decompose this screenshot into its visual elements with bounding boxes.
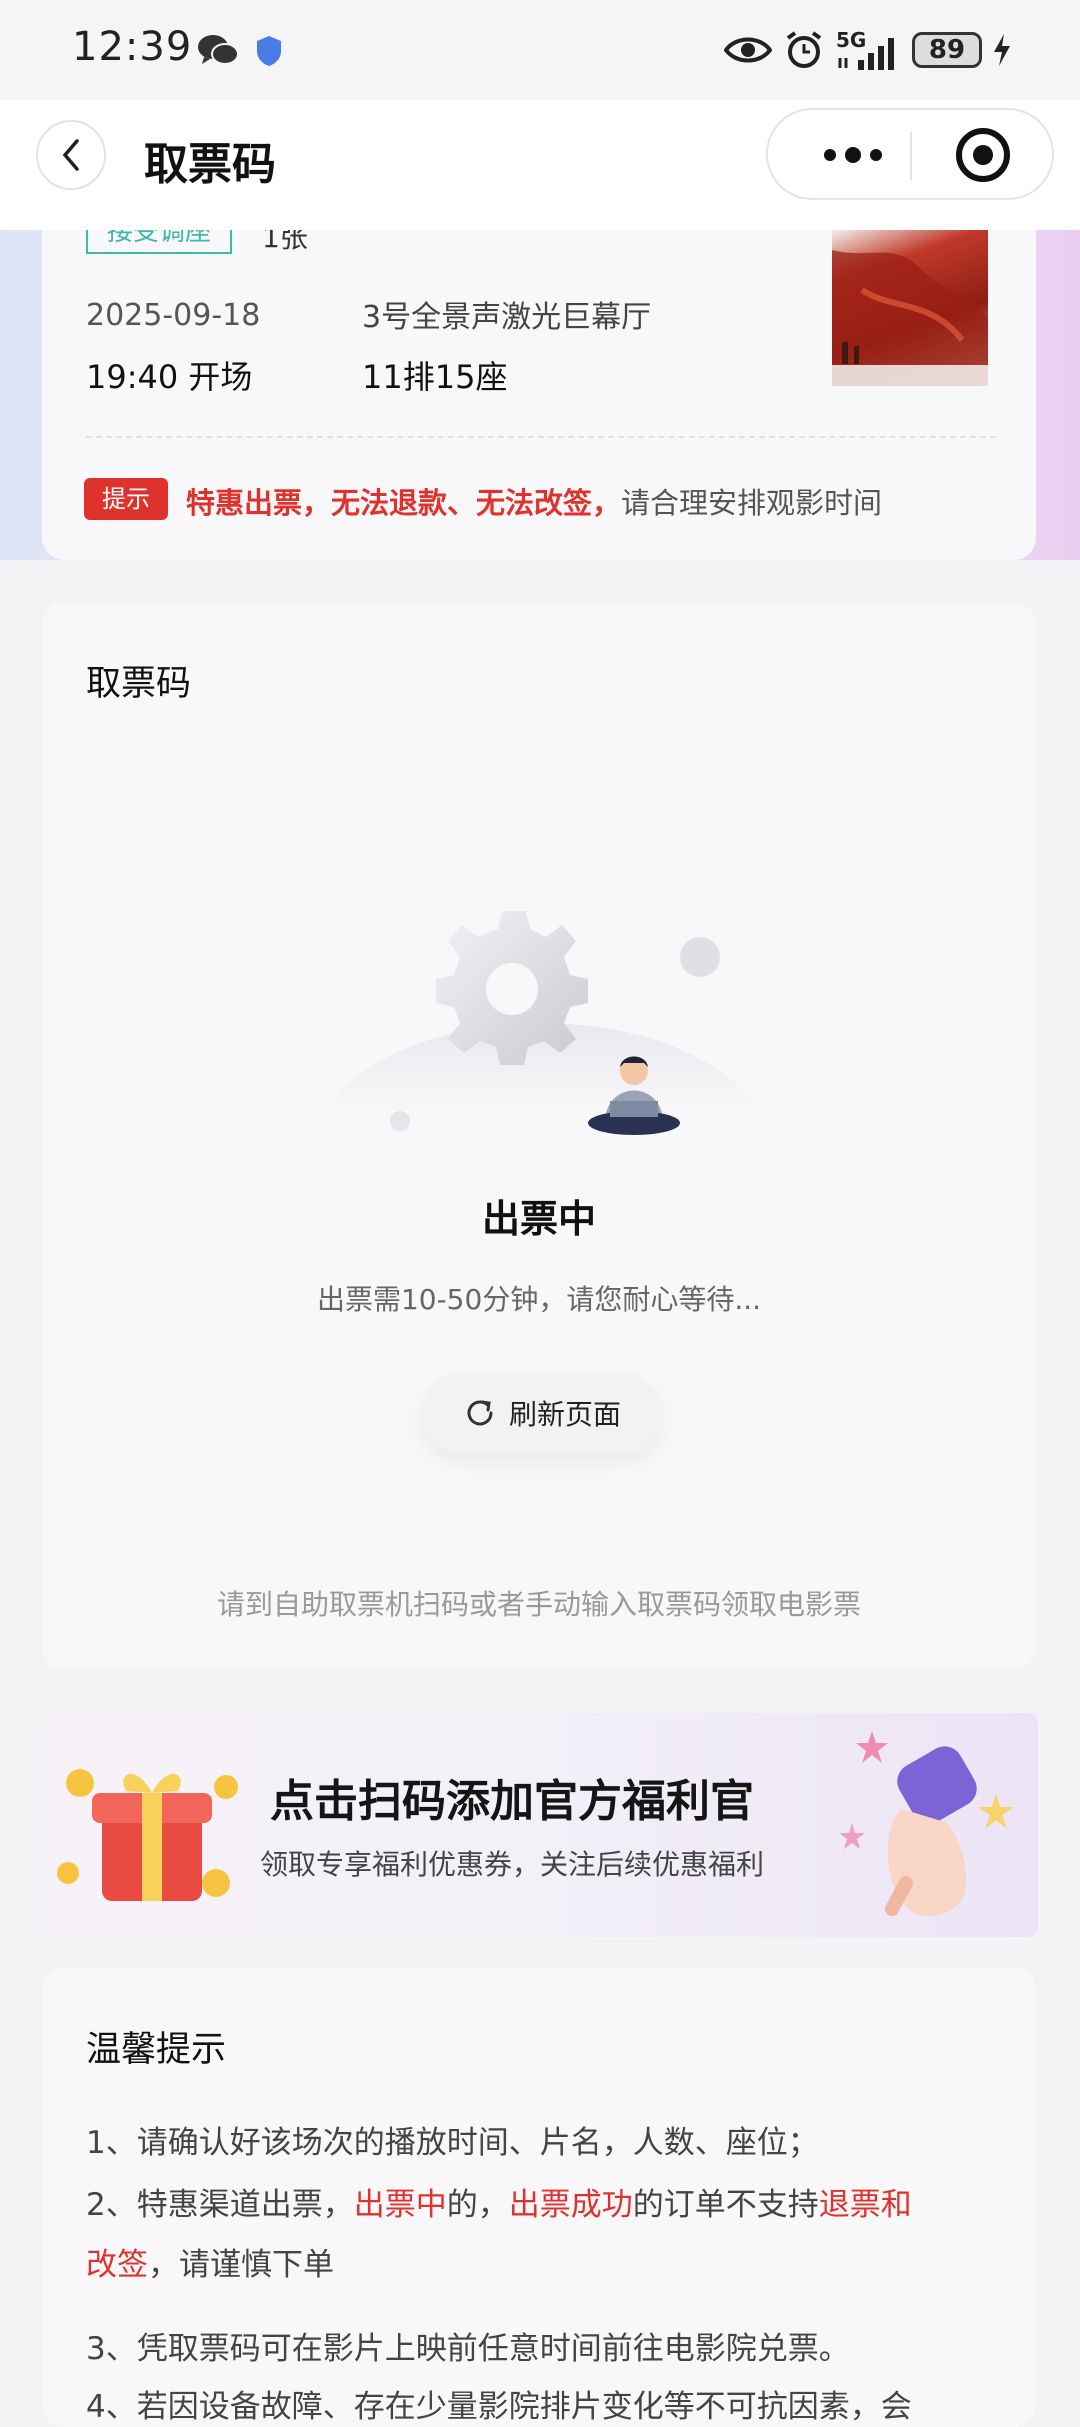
hall-name: 3号全景声激光巨幕厅 [362,300,652,335]
refresh-label: 刷新页面 [508,1398,621,1431]
more-dots-icon [824,147,882,163]
tip-rest: 请合理安排观影时间 [621,486,883,520]
tips-card: 温馨提示 1、请确认好该场次的播放时间、片名，人数、座位； 2、特惠渠道出票，出… [42,1967,1036,2427]
battery-icon: 89 [912,32,982,68]
tip-line-1: 1、请确认好该场次的播放时间、片名，人数、座位； [86,2125,819,2161]
charging-icon [990,32,1014,68]
back-button[interactable] [36,120,106,190]
status-time: 12:39 [72,24,193,70]
processing-illustration [282,853,802,1173]
tip-line-2-red: 出票成功 [508,2187,633,2223]
shield-icon [254,34,284,68]
banner-title: 点击扫码添加官方福利官 [270,1776,754,1827]
signal-icon [836,36,900,70]
tip-line-2-red: 改签 [86,2247,148,2283]
tips-heading: 温馨提示 [86,2030,227,2070]
capsule-divider [910,132,912,180]
status-title: 出票中 [481,1197,596,1241]
tip-line-2-part: 的， [446,2187,509,2223]
mini-program-capsule [766,108,1054,200]
page-title: 取票码 [144,139,276,190]
welfare-banner[interactable]: 点击扫码添加官方福利官 领取专享福利优惠券，关注后续优惠福利 [42,1713,1038,1937]
seat-info: 11排15座 [362,358,508,396]
tip-line-2-part: 2、特惠渠道出票， [86,2187,354,2223]
alarm-icon [784,30,824,70]
hand-pointer-icon [812,1713,1038,1937]
tip-line-2-red: 出票中 [353,2187,447,2223]
tip-line-3: 3、凭取票码可在影片上映前任意时间前往电影院兑票。 [86,2331,850,2367]
more-button[interactable] [788,120,918,190]
seat-adjust-tag: 接受调座 [86,230,232,254]
banner-subtitle: 领取专享福利优惠券，关注后续优惠福利 [259,1848,764,1881]
close-miniprogram-button[interactable] [928,120,1038,190]
refresh-icon [467,1400,493,1426]
ticket-code-card: 取票码 出票中 出票需10-50分钟，请您耐心等待... 刷新页面 请到自助取票… [42,603,1036,1669]
wechat-icon [196,32,240,68]
ticket-count: 1张 [262,230,308,254]
divider-dashed [86,436,996,438]
tip-line-2-part: 的订单不支持 [632,2187,819,2223]
refresh-button[interactable]: 刷新页面 [422,1373,662,1453]
tip-line-2-red: 退票和 [818,2187,912,2223]
chevron-left-icon [62,139,79,171]
gift-icon [56,1753,246,1923]
tip-line-4: 4、若因设备故障、存在少量影院排片变化等不可抗因素，会 [86,2389,912,2425]
tip-highlight: 特惠出票，无法退款、无法改签， [186,486,622,520]
tip-line-2-part: ，请谨慎下单 [148,2247,334,2283]
show-time: 19:40 开场 [86,358,253,396]
target-close-icon [956,128,1010,182]
pickup-footnote: 请到自助取票机扫码或者手动输入取票码领取电影票 [216,1588,861,1621]
tip-line-2: 2、特惠渠道出票，出票中的，出票成功的订单不支持退票和改签，请谨慎下单 [86,2175,986,2295]
battery-level: 89 [928,35,966,65]
eye-icon [723,34,773,66]
order-info-card: 接受调座 1张 2025-09-18 19:40 开场 3号全景声激光巨幕厅 1… [42,230,1036,560]
show-date: 2025-09-18 [86,298,261,333]
tip-badge: 提示 [84,478,168,520]
movie-poster[interactable] [832,230,988,386]
status-description: 出票需10-50分钟，请您耐心等待... [316,1283,762,1316]
tip-text: 特惠出票，无法退款、无法改签，请合理安排观影时间 [186,480,882,522]
ticket-code-heading: 取票码 [86,664,192,704]
